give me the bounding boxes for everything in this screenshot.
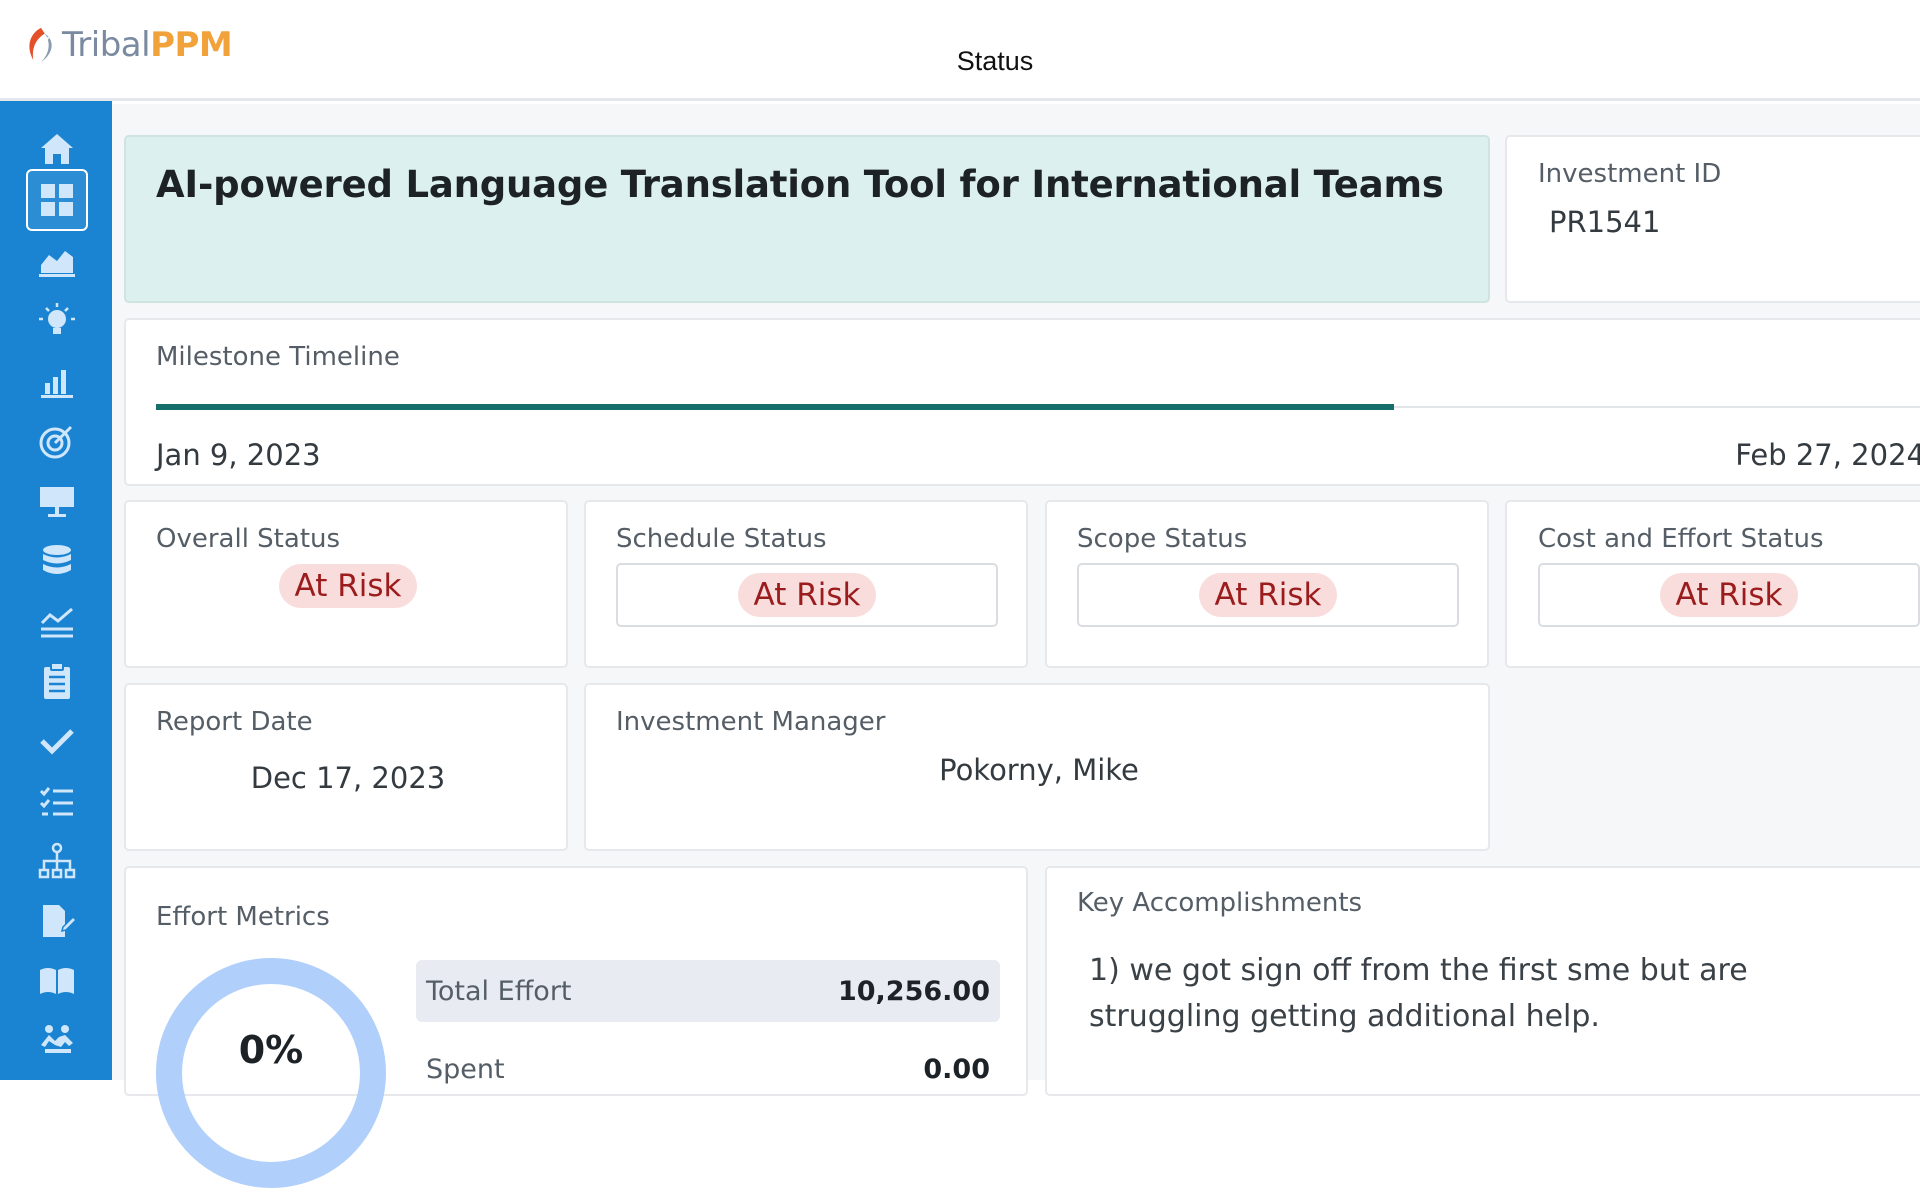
metric-row-total-effort: Total Effort 10,256.00 <box>416 960 1000 1022</box>
schedule-status-badge: At Risk <box>737 573 877 617</box>
check-icon <box>40 729 74 755</box>
report-date-label: Report Date <box>156 707 313 737</box>
sidebar-item-checklist[interactable] <box>26 770 88 832</box>
clipboard-icon <box>44 662 70 699</box>
scope-status-badge: At Risk <box>1198 573 1338 617</box>
investment-id-card: Investment ID PR1541 <box>1505 135 1920 303</box>
investment-id-value: PR1541 <box>1549 205 1661 239</box>
sidebar-item-goals[interactable] <box>26 410 88 472</box>
milestone-timeline-label: Milestone Timeline <box>156 342 400 372</box>
effort-metrics-label: Effort Metrics <box>156 902 330 932</box>
sidebar-item-ideas[interactable] <box>26 290 88 352</box>
cost-effort-status-badge: At Risk <box>1659 573 1799 617</box>
scope-status-label: Scope Status <box>1077 524 1248 554</box>
document-edit-icon <box>43 905 77 937</box>
lightbulb-icon <box>39 303 75 334</box>
book-icon <box>40 968 74 994</box>
effort-metrics-card: Effort Metrics 0% Total Effort 10,256.00… <box>124 866 1028 1188</box>
sidebar-item-presentations[interactable] <box>26 470 88 532</box>
schedule-status-field[interactable]: At Risk <box>616 563 998 627</box>
metric-value: 10,256.00 <box>837 975 990 1007</box>
home-icon <box>41 134 73 164</box>
top-bar: TribalPPM Status <box>0 0 1920 101</box>
metric-label: Total Effort <box>426 975 572 1007</box>
scope-status-card: Scope Status At Risk <box>1045 500 1489 668</box>
page-title: Status <box>956 46 1034 76</box>
hierarchy-icon <box>38 842 76 879</box>
bar-chart-icon <box>41 370 73 398</box>
scope-status-field[interactable]: At Risk <box>1077 563 1459 627</box>
sidebar-item-trends[interactable] <box>26 590 88 652</box>
schedule-status-label: Schedule Status <box>616 524 827 554</box>
database-icon <box>43 545 71 574</box>
metric-row-spent: Spent 0.00 <box>416 1038 1000 1100</box>
milestone-timeline-card: Milestone Timeline Jan 9, 2023 Feb 27, 2… <box>124 318 1920 486</box>
effort-gauge: 0% <box>156 958 386 1188</box>
milestone-remaining-track <box>1394 406 1920 408</box>
schedule-status-card: Schedule Status At Risk <box>584 500 1028 668</box>
target-icon <box>39 425 73 459</box>
checklist-icon <box>39 787 73 816</box>
sidebar-item-analytics[interactable] <box>26 230 88 292</box>
overall-status-label: Overall Status <box>156 524 341 554</box>
sidebar-item-organization[interactable] <box>26 830 88 892</box>
investment-manager-card: Investment Manager Pokorny, Mike <box>584 683 1490 851</box>
cost-effort-status-field[interactable]: At Risk <box>1538 563 1920 627</box>
sidebar-item-tasks[interactable] <box>26 650 88 712</box>
milestone-start-date: Jan 9, 2023 <box>156 438 321 472</box>
main-content: AI-powered Language Translation Tool for… <box>112 104 1920 1188</box>
investment-id-label: Investment ID <box>1538 159 1722 189</box>
key-accomplishments-card: Key Accomplishments 1) we got sign off f… <box>1045 866 1920 1096</box>
sidebar-item-documents[interactable] <box>26 890 88 952</box>
overall-status-pill-wrap: At Risk <box>126 564 570 608</box>
milestone-end-date: Feb 27, 2024 <box>1735 438 1920 472</box>
investment-title: AI-powered Language Translation Tool for… <box>156 163 1444 206</box>
investment-manager-value: Pokorny, Mike <box>939 753 1139 787</box>
sidebar-item-approvals[interactable] <box>26 710 88 772</box>
sidebar-nav <box>0 101 112 1080</box>
sidebar-item-dashboard[interactable] <box>26 169 88 231</box>
overall-status-card: Overall Status At Risk <box>124 500 568 668</box>
area-chart-icon <box>39 251 75 277</box>
cost-effort-status-card: Cost and Effort Status At Risk <box>1505 500 1920 668</box>
sidebar-item-team[interactable] <box>26 1010 88 1072</box>
key-accomplishments-label: Key Accomplishments <box>1077 888 1363 918</box>
sidebar-item-data[interactable] <box>26 530 88 592</box>
effort-gauge-value: 0% <box>238 1028 304 1072</box>
effort-gauge-ring <box>156 958 386 1188</box>
investment-manager-label: Investment Manager <box>616 707 886 737</box>
dashboard-icon <box>41 184 73 216</box>
cost-effort-status-label: Cost and Effort Status <box>1538 524 1824 554</box>
report-date-value: Dec 17, 2023 <box>250 761 446 795</box>
key-accomplishments-text: 1) we got sign off from the first sme bu… <box>1089 953 1748 1034</box>
people-icon <box>41 1025 73 1053</box>
milestone-progress-bar <box>156 404 1394 410</box>
line-chart-icon <box>40 607 73 638</box>
sidebar-item-reports[interactable] <box>26 350 88 412</box>
overall-status-badge: At Risk <box>278 564 418 608</box>
report-date-card: Report Date Dec 17, 2023 <box>124 683 568 851</box>
investment-title-card: AI-powered Language Translation Tool for… <box>124 135 1490 303</box>
sidebar-item-knowledge[interactable] <box>26 950 88 1012</box>
presentation-icon <box>40 487 74 517</box>
